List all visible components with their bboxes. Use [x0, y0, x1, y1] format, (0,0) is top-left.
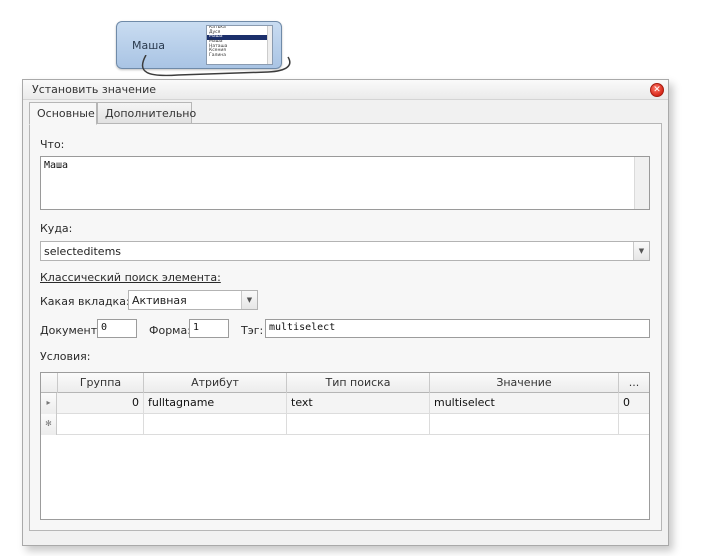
- tag-label: Тэг:: [241, 324, 264, 337]
- tab-additional[interactable]: Дополнительно: [97, 102, 196, 124]
- col-header-value[interactable]: Значение: [430, 373, 619, 393]
- row-pointer-icon: ▸: [41, 393, 57, 414]
- active-tab-value: Активная: [132, 294, 187, 307]
- table-row[interactable]: ▸ 0 fulltagname text multiselect 0: [41, 393, 649, 414]
- cell-attribute[interactable]: [144, 414, 287, 435]
- what-scrollbar[interactable]: [634, 157, 649, 209]
- cell-search-type[interactable]: [287, 414, 430, 435]
- dialog-title: Установить значение: [32, 83, 156, 96]
- document-value: 0: [101, 322, 108, 333]
- what-value: Маша: [44, 160, 69, 171]
- close-icon[interactable]: ✕: [650, 83, 664, 97]
- conditions-grid[interactable]: Группа Атрибут Тип поиска Значение ... ▸…: [40, 372, 650, 520]
- tag-field[interactable]: multiselect: [265, 319, 650, 338]
- cell-search-type[interactable]: text: [287, 393, 430, 414]
- document-label: Документ:: [40, 324, 101, 337]
- node-label: Маша: [132, 39, 166, 52]
- cell-extra[interactable]: [619, 414, 649, 435]
- cell-group[interactable]: 0: [58, 393, 144, 414]
- classic-search-label: Классический поиск элемента:: [40, 271, 221, 284]
- chevron-down-icon[interactable]: ▼: [633, 242, 649, 260]
- what-label: Что:: [40, 138, 65, 151]
- new-row-icon: ✻: [41, 414, 57, 435]
- grid-corner: [41, 373, 58, 393]
- form-value: 1: [193, 322, 200, 333]
- col-header-attribute[interactable]: Атрибут: [144, 373, 287, 393]
- new-row[interactable]: ✻: [41, 414, 649, 435]
- cell-value[interactable]: [430, 414, 619, 435]
- tag-value: multiselect: [269, 322, 336, 333]
- document-field[interactable]: 0: [97, 319, 137, 338]
- form-field[interactable]: 1: [189, 319, 229, 338]
- cell-group[interactable]: [58, 414, 144, 435]
- where-label: Куда:: [40, 222, 73, 235]
- form-label: Форма:: [149, 324, 191, 337]
- col-header-search-type[interactable]: Тип поиска: [287, 373, 430, 393]
- cell-extra[interactable]: 0: [619, 393, 649, 414]
- active-tab-label: Какая вкладка:: [40, 295, 130, 308]
- grid-header: Группа Атрибут Тип поиска Значение ...: [41, 373, 649, 393]
- cell-value[interactable]: multiselect: [430, 393, 619, 414]
- set-value-dialog: Установить значение ✕ Основные Дополните…: [22, 79, 669, 546]
- col-header-more[interactable]: ...: [619, 373, 649, 393]
- cell-attribute[interactable]: fulltagname: [144, 393, 287, 414]
- tab-main[interactable]: Основные: [29, 102, 97, 125]
- where-combobox[interactable]: selecteditems ▼: [40, 241, 650, 261]
- dialog-titlebar[interactable]: Установить значение ✕: [23, 80, 668, 100]
- chevron-down-icon[interactable]: ▼: [241, 291, 257, 309]
- main-tab-panel: Что: Маша Куда: selecteditems ▼ Классиче…: [29, 123, 662, 531]
- where-value: selecteditems: [44, 245, 122, 258]
- active-tab-select[interactable]: Активная ▼: [128, 290, 258, 310]
- what-textarea[interactable]: Маша: [40, 156, 650, 210]
- conditions-label: Условия:: [40, 350, 91, 363]
- col-header-group[interactable]: Группа: [58, 373, 144, 393]
